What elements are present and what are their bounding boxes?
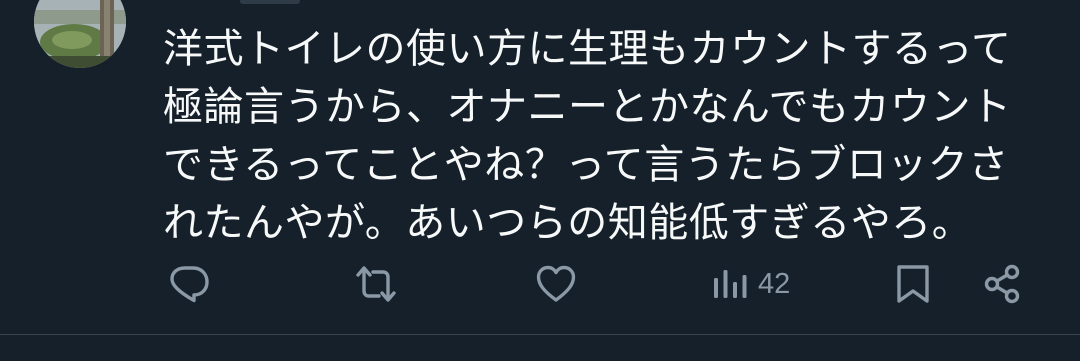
tweet-text: 洋式トイレの使い方に生理もカウントするって 極論言うから、オナニーとかなんでもカ…: [163, 26, 1012, 246]
heart-icon: [535, 264, 577, 304]
reply-button[interactable]: [168, 258, 210, 310]
views-button[interactable]: 42: [714, 258, 790, 310]
share-icon: [982, 263, 1024, 305]
retweet-button[interactable]: [354, 258, 398, 310]
tweet-header-remnant: [240, 0, 540, 6]
retweet-icon: [354, 263, 398, 305]
divider: [0, 334, 1080, 335]
avatar[interactable]: [34, 0, 126, 68]
reply-icon: [168, 263, 210, 305]
share-button[interactable]: [982, 258, 1024, 310]
like-button[interactable]: [535, 258, 577, 310]
bookmark-icon: [895, 263, 931, 305]
tweet-action-bar: 42: [0, 258, 1080, 310]
views-count: 42: [758, 267, 791, 300]
views-icon: [714, 268, 748, 300]
bookmark-button[interactable]: [895, 258, 931, 310]
